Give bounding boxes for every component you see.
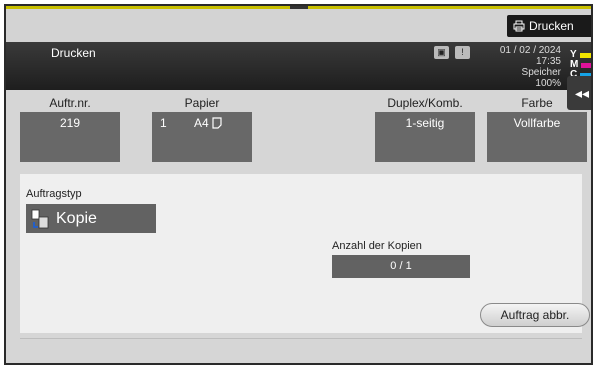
divider	[20, 338, 582, 339]
cancel-job-button[interactable]: Auftrag abbr.	[480, 303, 590, 327]
toner-yellow-bar	[579, 52, 591, 58]
job-type-value: Kopie	[26, 204, 156, 233]
memory-label: Speicher	[521, 67, 561, 78]
job-detail-panel: Auftragstyp Kopie Anzahl der Kopien 0 / …	[20, 174, 590, 333]
paper-size: A4	[194, 116, 209, 130]
paper-label: Papier	[184, 96, 220, 110]
toner-magenta-bar	[581, 62, 591, 68]
device-screen: Drucken Drucken ▣ ! 01 / 02 / 2024 17:35…	[4, 4, 593, 365]
copy-icon	[31, 209, 49, 228]
paper-tray: 1	[160, 116, 167, 130]
color-value: Vollfarbe	[487, 112, 587, 162]
job-number-value: 219	[20, 112, 120, 162]
memory-value: 100%	[535, 78, 561, 89]
paper-value: 1 A4	[152, 112, 252, 162]
time-text: 17:35	[535, 56, 561, 67]
job-type-label: Auftragstyp	[26, 188, 82, 200]
job-type-text: Kopie	[56, 209, 97, 227]
top-bar: Drucken	[6, 9, 591, 42]
color-label: Farbe	[521, 96, 553, 110]
header-bar: Drucken ▣ ! 01 / 02 / 2024 17:35 Speiche…	[6, 42, 591, 90]
copies-label: Anzahl der Kopien	[332, 240, 422, 252]
duplex-value: 1-seitig	[375, 112, 475, 162]
duplex-label: Duplex/Komb.	[387, 96, 463, 110]
portrait-page-icon	[212, 117, 222, 129]
date-text: 01 / 02 / 2024	[499, 45, 561, 56]
status-readout: 01 / 02 / 2024 17:35 Speicher 100%	[500, 45, 561, 89]
screen-title: Drucken	[51, 46, 96, 60]
copies-value: 0 / 1	[332, 255, 470, 278]
print-mode-button[interactable]: Drucken	[507, 15, 591, 37]
print-mode-label: Drucken	[529, 19, 574, 33]
job-number-label: Auftr.nr.	[49, 96, 91, 110]
warning-icon[interactable]: !	[455, 46, 470, 59]
printer-icon	[513, 20, 525, 32]
job-list-icon[interactable]: ▣	[434, 46, 449, 59]
